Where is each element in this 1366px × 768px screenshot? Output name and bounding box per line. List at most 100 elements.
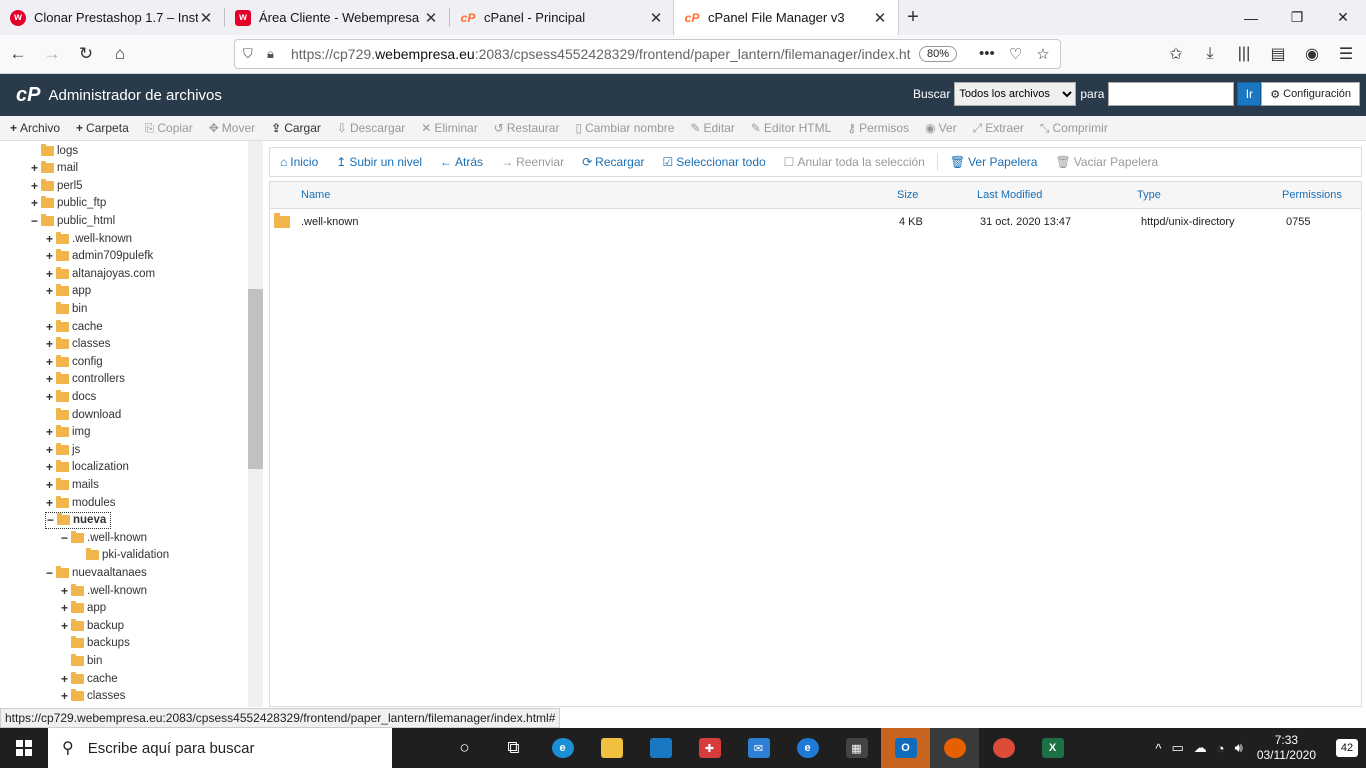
home-icon[interactable]: ⌂ bbox=[104, 38, 136, 70]
tree-item-pki-validation[interactable]: pki-validation bbox=[75, 547, 169, 564]
close-icon[interactable]: ✕ bbox=[648, 9, 664, 27]
menu-icon[interactable]: ☰ bbox=[1332, 39, 1360, 69]
download-icon[interactable]: ⤓ bbox=[1196, 39, 1224, 69]
expand-icon[interactable]: + bbox=[60, 602, 69, 614]
browser-tab-clonar[interactable]: w Clonar Prestashop 1.7 – Instalac ✕ bbox=[0, 0, 224, 35]
tree-item-bin[interactable]: bin bbox=[45, 300, 87, 317]
action-seleccionar-todo-button[interactable]: ☑ Seleccionar todo bbox=[663, 155, 766, 169]
scrollbar-thumb[interactable] bbox=[248, 289, 263, 469]
col-permissions[interactable]: Permissions bbox=[1282, 182, 1342, 209]
tree-item-js[interactable]: + js bbox=[45, 441, 80, 458]
action-inicio-button[interactable]: ⌂ Inicio bbox=[280, 155, 318, 169]
tree-item-bin[interactable]: bin bbox=[60, 652, 102, 669]
toolbar-ver-button[interactable]: ◉ Ver bbox=[925, 121, 957, 135]
tree-item-well-known[interactable]: + .well-known bbox=[60, 582, 147, 599]
chrome-icon[interactable] bbox=[979, 728, 1028, 768]
tree-item-backup[interactable]: + backup bbox=[60, 617, 124, 634]
account-icon[interactable]: ◉ bbox=[1298, 39, 1326, 69]
expand-icon[interactable]: + bbox=[60, 620, 69, 632]
forward-icon[interactable]: → bbox=[36, 38, 68, 70]
minimize-icon[interactable]: — bbox=[1228, 0, 1274, 35]
reload-icon[interactable]: ↻ bbox=[70, 38, 102, 70]
tree-item-mails[interactable]: + mails bbox=[45, 476, 99, 493]
toolbar-comprimir-button[interactable]: ⤡ Comprimir bbox=[1040, 121, 1108, 136]
col-size[interactable]: Size bbox=[897, 182, 918, 209]
tree-item-docs[interactable]: + docs bbox=[45, 388, 96, 405]
toolbar-archivo-button[interactable]: + Archivo bbox=[10, 121, 60, 135]
tree-scrollbar[interactable] bbox=[248, 141, 263, 707]
restore-icon[interactable]: ❐ bbox=[1274, 0, 1320, 35]
action-subir-un-nivel-button[interactable]: ↥ Subir un nivel bbox=[336, 155, 422, 169]
tree-item-nueva[interactable]: − nueva bbox=[45, 511, 112, 529]
tree-item-well-known[interactable]: + .well-known bbox=[45, 230, 132, 247]
tree-item-config[interactable]: + config bbox=[45, 353, 103, 370]
library-icon[interactable]: ||| bbox=[1230, 39, 1258, 69]
search-input[interactable] bbox=[1108, 82, 1235, 106]
expand-icon[interactable]: + bbox=[45, 268, 54, 280]
toolbar-eliminar-button[interactable]: ✕ Eliminar bbox=[421, 121, 477, 135]
expand-icon[interactable]: + bbox=[45, 250, 54, 262]
zoom-level[interactable]: 80% bbox=[919, 46, 958, 62]
expand-icon[interactable]: + bbox=[45, 338, 54, 350]
toolbar-restaurar-button[interactable]: ↺ Restaurar bbox=[494, 121, 560, 135]
tree-item-app[interactable]: + app bbox=[45, 283, 91, 300]
search-scope-select[interactable]: Todos los archivos bbox=[954, 82, 1077, 106]
expand-icon[interactable]: + bbox=[45, 461, 54, 473]
expand-icon[interactable]: + bbox=[45, 444, 54, 456]
gift-icon[interactable]: ✚ bbox=[685, 728, 734, 768]
file-explorer-icon[interactable] bbox=[587, 728, 636, 768]
col-name[interactable]: Name bbox=[301, 182, 330, 209]
toolbar-mover-button[interactable]: ✥ Mover bbox=[209, 121, 255, 135]
collapse-icon[interactable]: − bbox=[30, 215, 39, 227]
expand-icon[interactable]: + bbox=[45, 391, 54, 403]
expand-icon[interactable]: + bbox=[30, 180, 39, 192]
clock[interactable]: 7:33 03/11/2020 bbox=[1257, 733, 1316, 763]
close-window-icon[interactable]: ✕ bbox=[1320, 0, 1366, 35]
tree-item-cache[interactable]: + cache bbox=[60, 670, 118, 687]
pocket-icon[interactable]: ♡ bbox=[1009, 45, 1022, 63]
browser-tab-cpanel[interactable]: cP cPanel - Principal ✕ bbox=[450, 0, 674, 35]
url-text[interactable]: https://cp729.webempresa.eu:2083/cpsess4… bbox=[291, 46, 911, 62]
start-button[interactable] bbox=[0, 728, 48, 768]
chevron-up-icon[interactable]: ^ bbox=[1155, 741, 1161, 756]
internet-explorer-icon[interactable]: e bbox=[783, 728, 832, 768]
tree-item-admin709pulefk[interactable]: + admin709pulefk bbox=[45, 248, 153, 265]
tree-item-public-html[interactable]: − public_html bbox=[30, 212, 115, 229]
expand-icon[interactable]: + bbox=[45, 233, 54, 245]
tree-item-localization[interactable]: + localization bbox=[45, 459, 129, 476]
expand-icon[interactable]: + bbox=[45, 285, 54, 297]
collapse-icon[interactable]: − bbox=[46, 514, 55, 526]
expand-icon[interactable]: + bbox=[30, 162, 39, 174]
toolbar-descargar-button[interactable]: ⇩ Descargar bbox=[337, 121, 405, 135]
tree-item-public-ftp[interactable]: + public_ftp bbox=[30, 195, 106, 212]
tree-item-classes[interactable]: + classes bbox=[45, 336, 110, 353]
tree-item-logs[interactable]: logs bbox=[30, 142, 78, 159]
tablet-app-icon[interactable] bbox=[636, 728, 685, 768]
tree-item-img[interactable]: + img bbox=[45, 424, 91, 441]
expand-icon[interactable]: + bbox=[45, 426, 54, 438]
table-row[interactable]: .well-known 4 KB 31 oct. 2020 13:47 http… bbox=[270, 209, 1361, 235]
tree-item-altanajoyas-com[interactable]: + altanajoyas.com bbox=[45, 265, 155, 282]
mail-icon[interactable]: ✉ bbox=[734, 728, 783, 768]
tree-item-modules[interactable]: + modules bbox=[45, 494, 115, 511]
back-icon[interactable]: ← bbox=[2, 38, 34, 70]
expand-icon[interactable]: + bbox=[60, 690, 69, 702]
action-ver-papelera-button[interactable]: 🗑 Ver Papelera bbox=[950, 155, 1038, 169]
tree-item-backups[interactable]: backups bbox=[60, 635, 130, 652]
col-modified[interactable]: Last Modified bbox=[977, 182, 1042, 209]
close-icon[interactable]: ✕ bbox=[198, 9, 214, 27]
shield-icon[interactable]: ⛉ bbox=[243, 46, 263, 62]
cpanel-logo[interactable]: cP bbox=[16, 84, 40, 107]
bookmarks-star-icon[interactable]: ✩ bbox=[1162, 39, 1190, 69]
tree-item-cache[interactable]: + cache bbox=[45, 318, 103, 335]
onedrive-icon[interactable]: ☁ bbox=[1194, 740, 1207, 756]
url-bar[interactable]: ⛉ 🔒︎ https://cp729.webempresa.eu:2083/cp… bbox=[234, 39, 1061, 69]
collapse-icon[interactable]: − bbox=[60, 532, 69, 544]
tree-item-mail[interactable]: + mail bbox=[30, 160, 78, 177]
browser-tab-area-cliente[interactable]: w Área Cliente - Webempresa Eur ✕ bbox=[225, 0, 449, 35]
action-anular-toda-la-selecci-n-button[interactable]: ☐ Anular toda la selección bbox=[784, 155, 925, 169]
tree-item-nuevaaltanaes[interactable]: − nuevaaltanaes bbox=[45, 564, 147, 581]
action-reenviar-button[interactable]: → Reenviar bbox=[501, 155, 564, 169]
expand-icon[interactable]: + bbox=[45, 497, 54, 509]
sidebar-icon[interactable]: ▤ bbox=[1264, 39, 1292, 69]
